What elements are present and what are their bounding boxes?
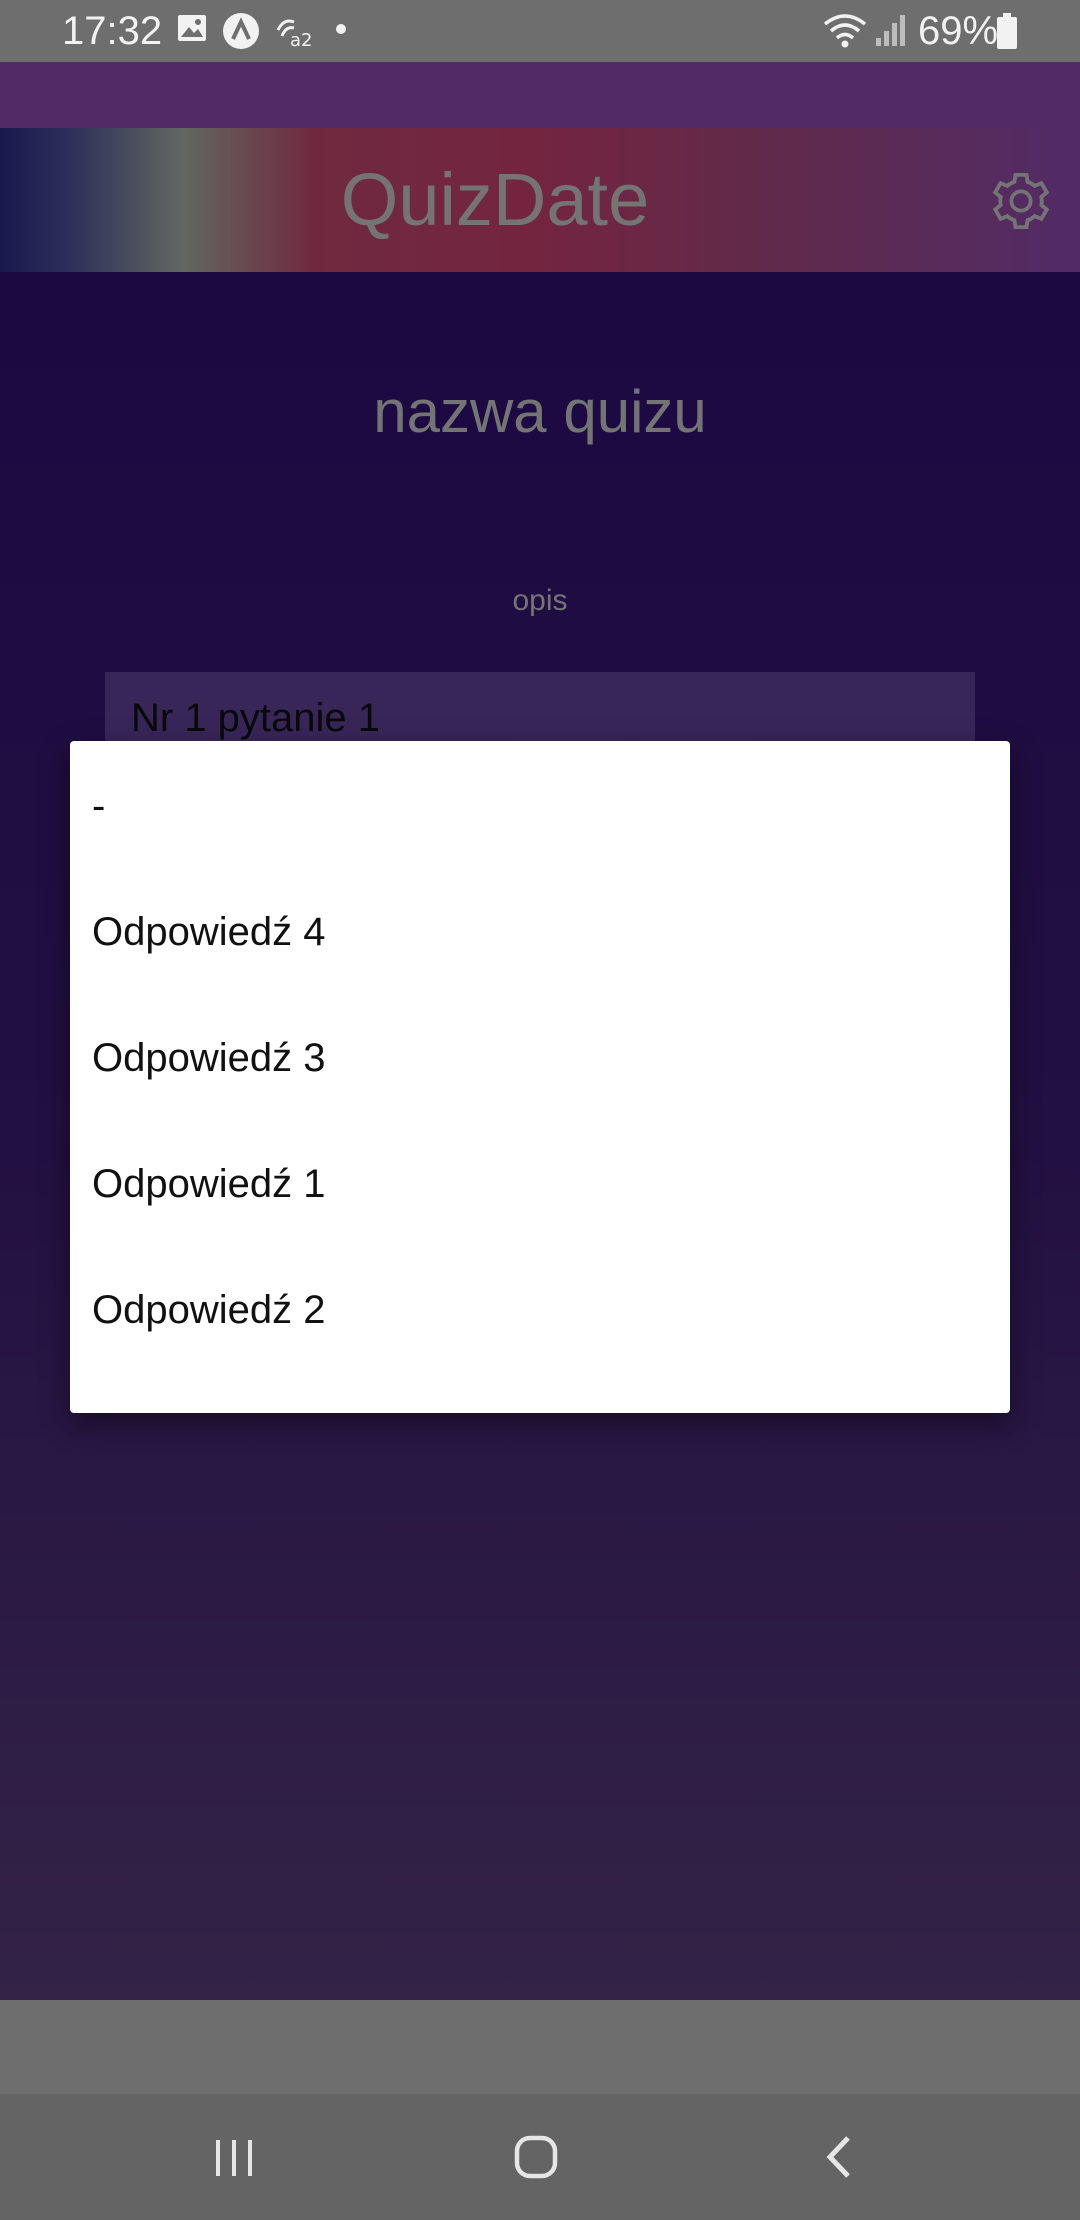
recent-apps-icon[interactable]: [194, 2124, 274, 2190]
option-label: Odpowiedź 1: [92, 1162, 326, 1206]
option-label: Odpowiedź 3: [92, 1036, 326, 1080]
battery-percent: 69%: [918, 9, 999, 53]
lower-area: [0, 2000, 1080, 2094]
status-time: 17:32: [62, 9, 163, 53]
navigation-bar: [0, 2094, 1080, 2220]
option-item[interactable]: -: [70, 741, 1010, 867]
answer-select-dialog: - Odpowiedź 4 Odpowiedź 3 Odpowiedź 1 Od…: [70, 741, 1010, 1413]
status-bar: 17:32 a2 69%: [0, 0, 1080, 62]
app-a-icon: [223, 13, 259, 49]
notification-dot: [336, 24, 346, 34]
option-label: -: [92, 784, 106, 828]
back-icon[interactable]: [800, 2124, 880, 2190]
option-item[interactable]: Odpowiedź 4: [70, 867, 1010, 993]
home-icon[interactable]: [496, 2124, 576, 2190]
battery-icon: [997, 13, 1017, 49]
svg-text:a2: a2: [290, 30, 312, 50]
option-label: Odpowiedź 2: [92, 1288, 326, 1332]
option-item[interactable]: Odpowiedź 3: [70, 993, 1010, 1119]
screen: 17:32 a2 69% QuizDate nazwa quizu opis N…: [0, 0, 1080, 2220]
image-icon: [178, 15, 206, 41]
option-item[interactable]: Odpowiedź 2: [70, 1245, 1010, 1371]
nfc-icon: a2: [276, 19, 312, 50]
option-item[interactable]: Odpowiedź 1: [70, 1119, 1010, 1245]
option-label: Odpowiedź 4: [92, 910, 326, 954]
signal-icon: [876, 15, 905, 46]
wifi-icon: [823, 14, 867, 48]
